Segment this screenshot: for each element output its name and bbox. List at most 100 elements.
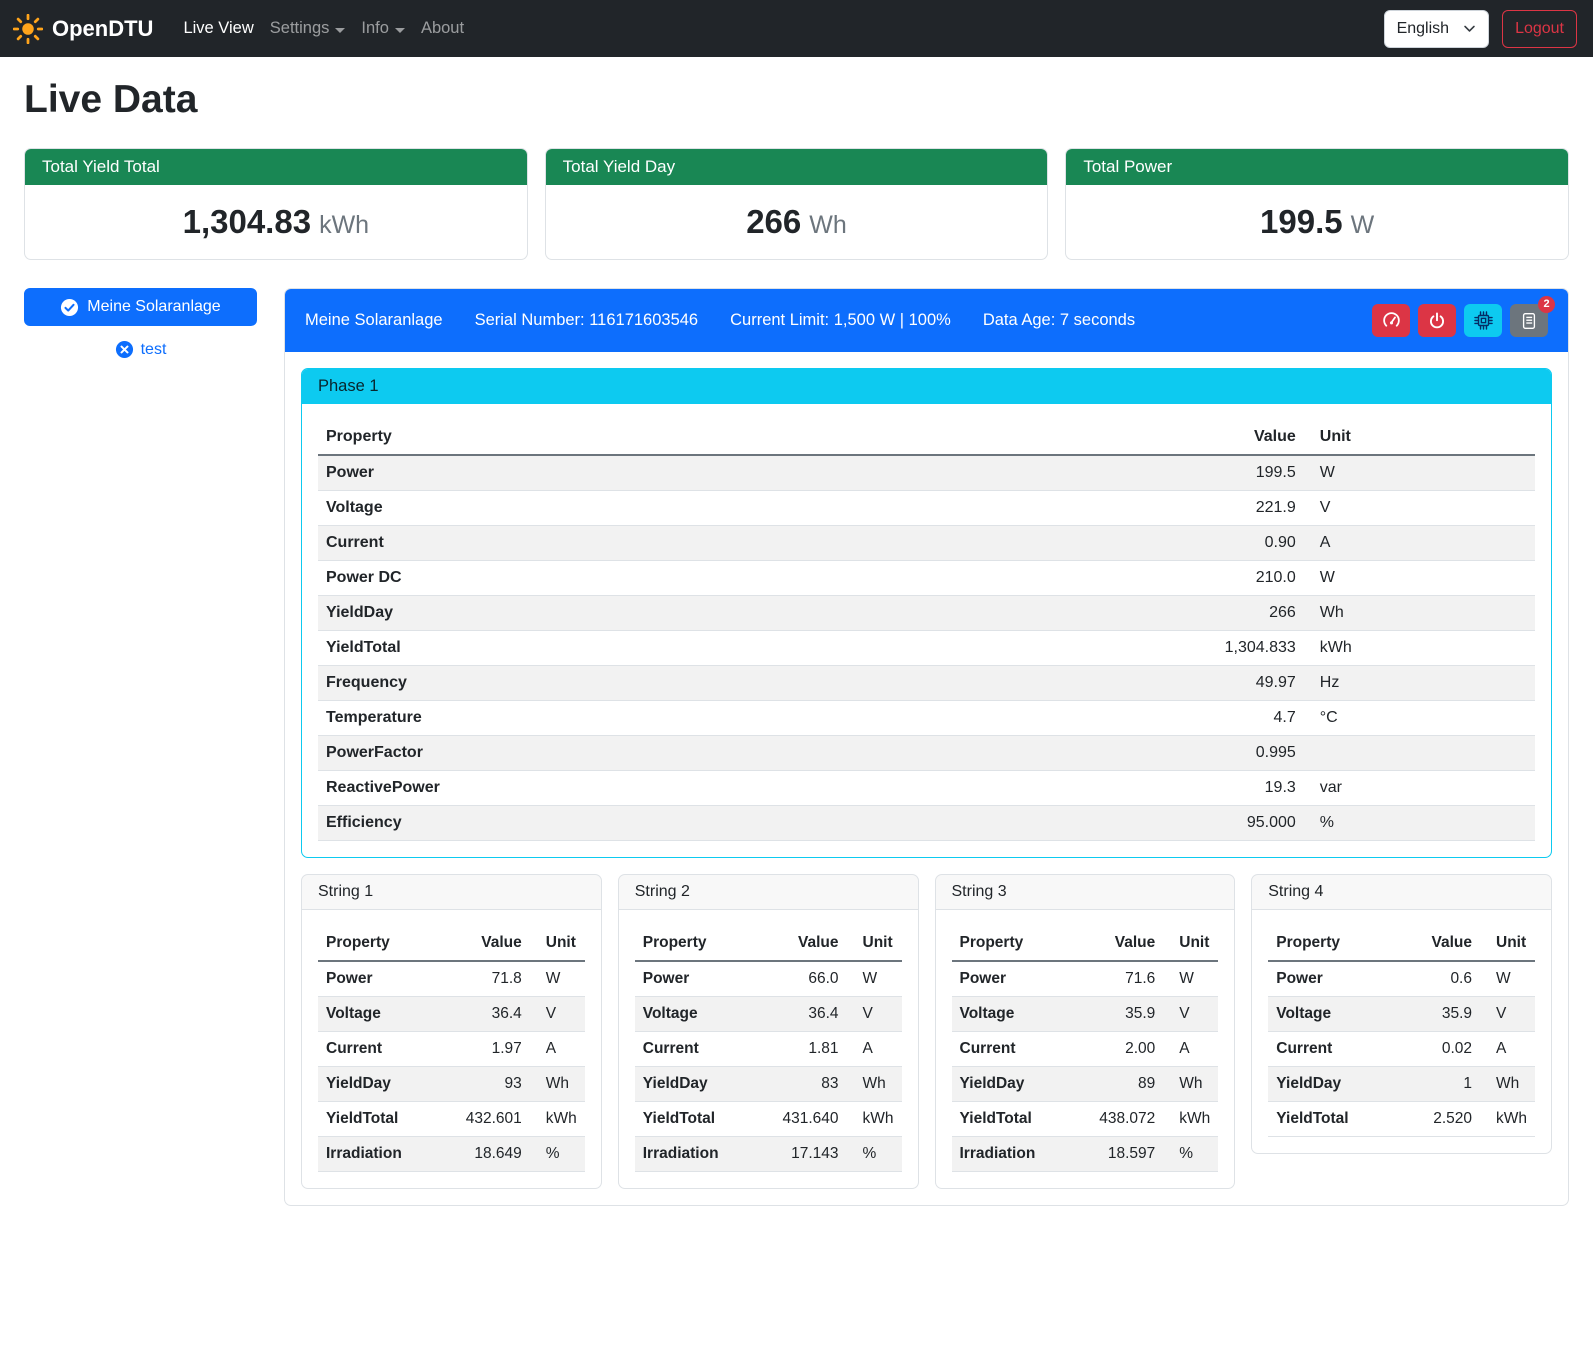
column-header-value: Value [1070,926,1163,961]
table-row: Current1.81A [635,1032,902,1067]
unit-cell: A [1480,1032,1535,1067]
summary-cards: Total Yield Total 1,304.83kWh Total Yiel… [24,148,1569,260]
power-toggle-button[interactable] [1418,304,1456,337]
table-row: Current1.97A [318,1032,585,1067]
unit-cell: W [1304,561,1535,596]
chevron-down-icon [1463,22,1476,35]
table-row: YieldDay1Wh [1268,1067,1535,1102]
table-row: YieldDay266Wh [318,596,1535,631]
column-header-property: Property [635,926,754,961]
top-navbar: OpenDTU Live View Settings Info About En… [0,0,1593,57]
unit-cell: A [847,1032,902,1067]
string-table: PropertyValueUnitPower0.6WVoltage35.9VCu… [1268,926,1535,1137]
unit-cell: A [1304,526,1535,561]
event-count-badge: 2 [1538,296,1555,313]
value-cell: 71.6 [1070,961,1163,997]
inverter-panel-body: Phase 1 PropertyValueUnitPower199.5WVolt… [285,352,1568,1205]
table-row: ReactivePower19.3var [318,771,1535,806]
value-cell: 93 [437,1067,530,1102]
live-data-page: Live Data Total Yield Total 1,304.83kWh … [0,78,1593,1236]
property-cell: Power [318,455,908,491]
table-row: YieldDay93Wh [318,1067,585,1102]
total-yield-total-card: Total Yield Total 1,304.83kWh [24,148,528,260]
value-cell: 35.9 [1070,997,1163,1032]
sidebar-item-test[interactable]: test [24,339,257,360]
string-table: PropertyValueUnitPower71.6WVoltage35.9VC… [952,926,1219,1172]
value-cell: 36.4 [753,997,846,1032]
nav-info[interactable]: Info [353,11,413,46]
brand-name: OpenDTU [52,16,153,42]
string-title: String 1 [302,875,601,910]
nav-settings[interactable]: Settings [262,11,354,46]
value-cell: 71.8 [437,961,530,997]
card-value: 199.5 [1260,203,1343,240]
column-header-property: Property [1268,926,1397,961]
value-cell: 1 [1397,1067,1480,1102]
unit-cell [1304,736,1535,771]
property-cell: Irradiation [635,1137,754,1172]
string-title: String 2 [619,875,918,910]
card-body: 199.5 W [1066,185,1568,259]
table-header-row: PropertyValueUnit [318,926,585,961]
value-cell: 95.000 [908,806,1304,841]
property-cell: ReactivePower [318,771,908,806]
string-card-4: String 4 PropertyValueUnitPower0.6WVolta… [1251,874,1552,1154]
unit-cell: Wh [530,1067,585,1102]
value-cell: 18.649 [437,1137,530,1172]
unit-cell: A [1163,1032,1218,1067]
speedometer-icon [1382,311,1401,330]
language-select[interactable]: English [1384,10,1489,48]
card-unit: W [1351,211,1375,239]
card-unit: Wh [809,211,847,239]
inverter-panel: Meine Solaranlage Serial Number: 1161716… [284,288,1569,1206]
column-header-property: Property [952,926,1071,961]
value-cell: 36.4 [437,997,530,1032]
table-row: Power DC210.0W [318,561,1535,596]
nav-menu: Live View Settings Info About [175,11,472,46]
phase-table: PropertyValueUnitPower199.5WVoltage221.9… [318,420,1535,841]
string-title: String 3 [936,875,1235,910]
property-cell: YieldTotal [318,1102,437,1137]
table-row: YieldTotal438.072kWh [952,1102,1219,1137]
table-row: Irradiation18.649% [318,1137,585,1172]
unit-cell: % [1304,806,1535,841]
table-row: YieldTotal2.520kWh [1268,1102,1535,1137]
nav-about[interactable]: About [413,11,472,46]
power-icon [1428,312,1446,330]
property-cell: Voltage [952,997,1071,1032]
nav-live-view[interactable]: Live View [175,11,261,46]
unit-cell: kWh [1480,1102,1535,1137]
property-cell: Current [318,526,908,561]
sidebar-item-meine-solaranlage[interactable]: Meine Solaranlage [24,288,257,326]
sun-icon [13,14,43,44]
logout-button[interactable]: Logout [1502,10,1577,48]
inverter-name: Meine Solaranlage [305,311,443,330]
table-header-row: PropertyValueUnit [635,926,902,961]
property-cell: Current [318,1032,437,1067]
table-row: Irradiation18.597% [952,1137,1219,1172]
unit-cell: kWh [847,1102,902,1137]
inverter-limit: Current Limit: 1,500 W | 100% [730,311,951,330]
nav-info-label: Info [361,19,389,38]
card-title: Total Power [1066,149,1568,185]
string-card-1: String 1 PropertyValueUnitPower71.8WVolt… [301,874,602,1189]
table-row: Power0.6W [1268,961,1535,997]
limit-settings-button[interactable] [1372,304,1410,337]
column-header-value: Value [908,420,1304,455]
column-header-unit: Unit [530,926,585,961]
table-row: YieldTotal1,304.833kWh [318,631,1535,666]
unit-cell: kWh [530,1102,585,1137]
value-cell: 2.520 [1397,1102,1480,1137]
device-info-button[interactable] [1464,304,1502,337]
table-row: Voltage35.9V [1268,997,1535,1032]
table-row: Power71.8W [318,961,585,997]
column-header-property: Property [318,420,908,455]
table-row: Power66.0W [635,961,902,997]
table-header-row: PropertyValueUnit [952,926,1219,961]
brand[interactable]: OpenDTU [13,14,153,44]
event-log-button[interactable]: 2 [1510,304,1548,337]
table-header-row: PropertyValueUnit [318,420,1535,455]
card-value: 266 [746,203,801,240]
unit-cell: Wh [1304,596,1535,631]
value-cell: 438.072 [1070,1102,1163,1137]
